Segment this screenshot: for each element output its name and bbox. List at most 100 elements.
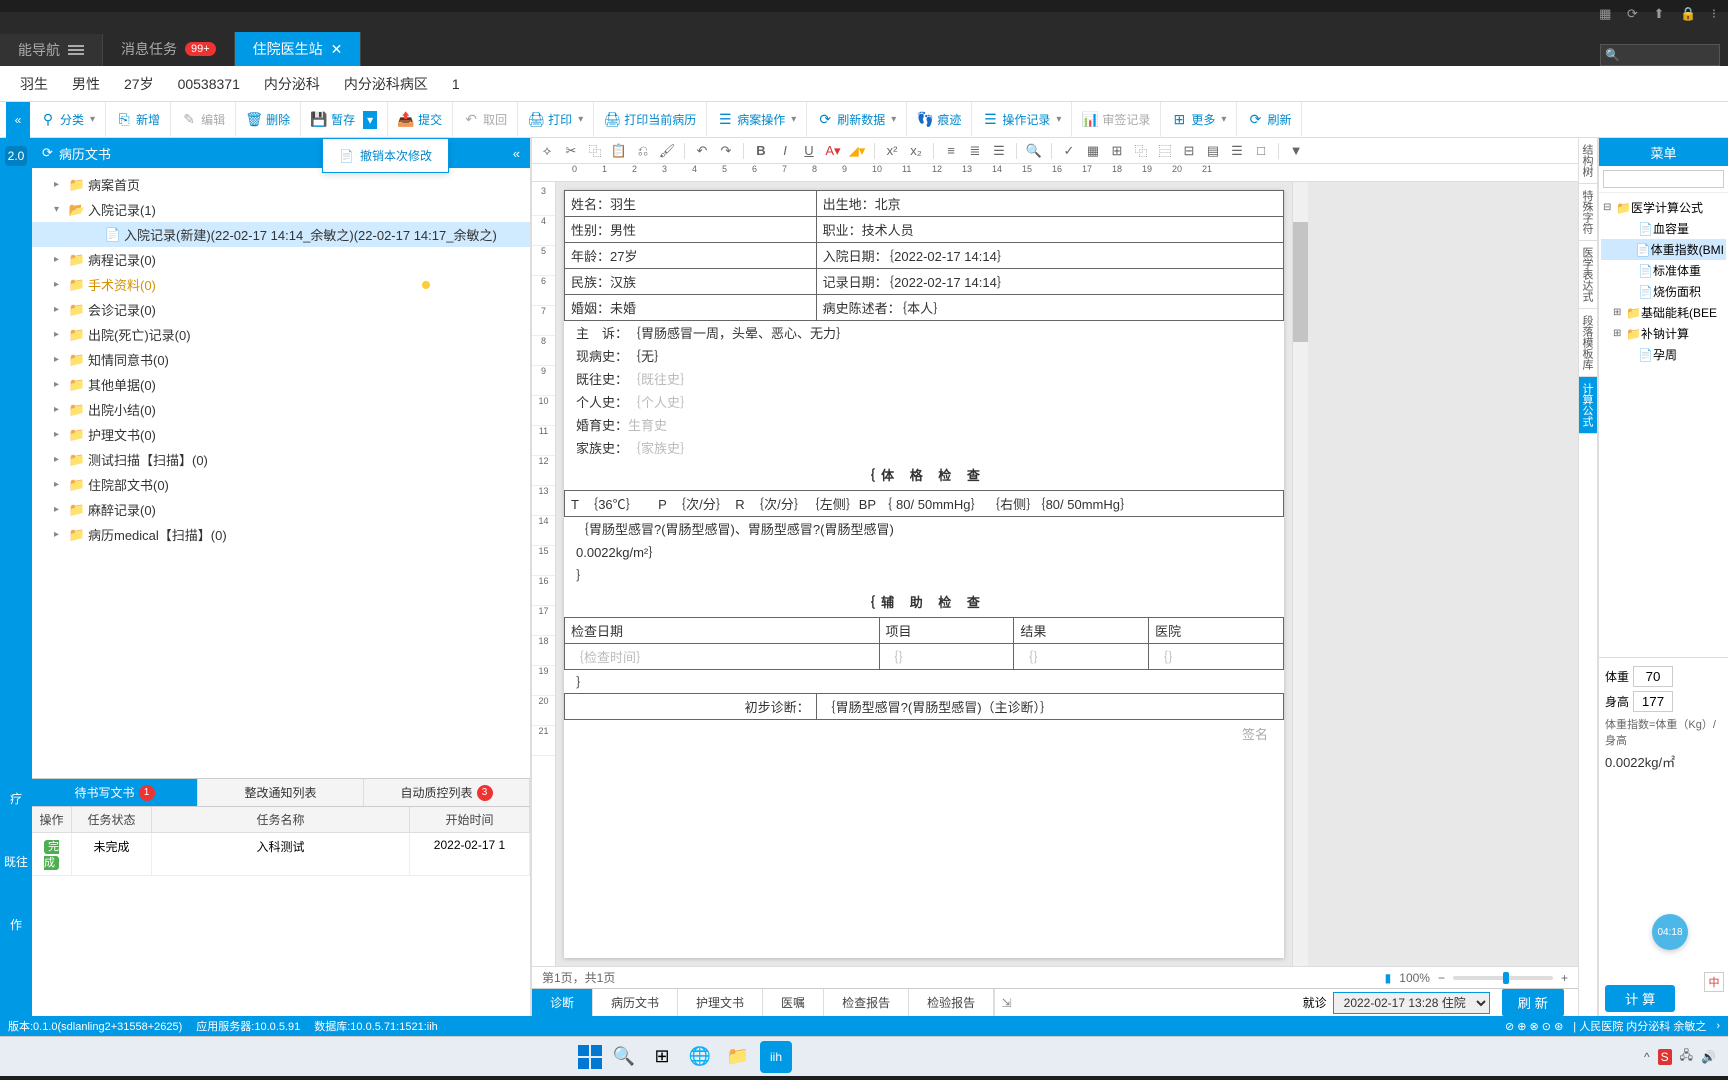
table-row[interactable]: 完成 未完成 入科测试 2022-02-17 1 bbox=[32, 833, 530, 876]
tree-node[interactable]: ▸📁测试扫描【扫描】(0) bbox=[32, 447, 530, 472]
search-icon[interactable]: 🔍 bbox=[608, 1041, 640, 1073]
eyedropper-icon[interactable]: ⟡ bbox=[538, 142, 556, 160]
menu-node[interactable]: 📄孕周 bbox=[1601, 344, 1726, 365]
toggle-icon[interactable]: ▸ bbox=[54, 279, 66, 290]
tree-node[interactable]: ▸📁知情同意书(0) bbox=[32, 347, 530, 372]
filter-icon[interactable]: ▼ bbox=[1287, 142, 1305, 160]
start-button[interactable] bbox=[578, 1045, 602, 1069]
tab-doctor-station[interactable]: 住院医生站 ✕ bbox=[235, 32, 362, 66]
add-button[interactable]: ⎘新增 bbox=[106, 102, 171, 138]
align-right-icon[interactable]: ☰ bbox=[990, 142, 1008, 160]
toggle-icon[interactable]: ▸ bbox=[54, 454, 66, 465]
oplog-button[interactable]: ☰操作记录▾ bbox=[972, 102, 1072, 138]
system-tray[interactable]: ^ S 🖧 🔊 bbox=[1644, 1046, 1716, 1067]
print-button[interactable]: 🖨打印▾ bbox=[518, 102, 594, 138]
struct-tab-template[interactable]: 段落模板库 bbox=[1579, 309, 1597, 377]
edit-button[interactable]: ✎编辑 bbox=[171, 102, 236, 138]
tree-node[interactable]: ▾📂入院记录(1) bbox=[32, 197, 530, 222]
toggle-icon[interactable]: ▸ bbox=[54, 254, 66, 265]
more-button[interactable]: ⊞更多▾ bbox=[1161, 102, 1237, 138]
format-icon[interactable]: ⎌ bbox=[634, 142, 652, 160]
tree-node[interactable]: ▸📁住院部文书(0) bbox=[32, 472, 530, 497]
toggle-icon[interactable]: ▸ bbox=[54, 404, 66, 415]
underline-icon[interactable]: U bbox=[800, 142, 818, 160]
italic-icon[interactable]: I bbox=[776, 142, 794, 160]
visit-select[interactable]: 2022-02-17 13:28 住院 bbox=[1333, 992, 1490, 1014]
tree-node[interactable]: ▸📁麻醉记录(0) bbox=[32, 497, 530, 522]
floating-timer[interactable]: 04:18 bbox=[1652, 914, 1688, 950]
tree-node[interactable]: ▸📁出院小结(0) bbox=[32, 397, 530, 422]
close-icon[interactable]: ✕ bbox=[331, 41, 343, 58]
tree-node[interactable]: ▸📁出院(死亡)记录(0) bbox=[32, 322, 530, 347]
toggle-icon[interactable]: ▸ bbox=[54, 354, 66, 365]
menu-node[interactable]: ⊞📁补钠计算 bbox=[1601, 323, 1726, 344]
tray-up-icon[interactable]: ^ bbox=[1644, 1050, 1650, 1064]
toggle-icon[interactable]: ⊞ bbox=[1613, 307, 1623, 318]
doctab-diagnosis[interactable]: 诊断 bbox=[532, 989, 593, 1016]
split-icon[interactable]: ⿳ bbox=[1156, 142, 1174, 160]
collapse-icon[interactable]: « bbox=[513, 146, 520, 161]
chevron-down-icon[interactable]: ▾ bbox=[363, 111, 377, 129]
document-page[interactable]: 姓名：羽生出生地：北京 性别：男性职业：技术人员 年龄：27岁入院日期：｛202… bbox=[564, 190, 1284, 958]
lang-indicator[interactable]: 中 bbox=[1704, 972, 1724, 992]
tree-node[interactable]: ▸📁病历medical【扫描】(0) bbox=[32, 522, 530, 547]
done-button[interactable]: 完成 bbox=[44, 840, 59, 870]
merge-icon[interactable]: ⿻ bbox=[1132, 142, 1150, 160]
insert-row-icon[interactable]: ⊞ bbox=[1108, 142, 1126, 160]
tab-pending-docs[interactable]: 待书写文书1 bbox=[32, 779, 198, 806]
undo-dropdown[interactable]: 📄 撤销本次修改 bbox=[322, 138, 449, 173]
doctab-test-report[interactable]: 检验报告 bbox=[909, 989, 994, 1016]
signlog-button[interactable]: 📊审签记录 bbox=[1072, 102, 1161, 138]
toggle-icon[interactable]: ▸ bbox=[54, 304, 66, 315]
toggle-icon[interactable]: ▸ bbox=[54, 479, 66, 490]
table-icon[interactable]: ▦ bbox=[1084, 142, 1102, 160]
tree-node[interactable]: ▸📁护理文书(0) bbox=[32, 422, 530, 447]
bold-icon[interactable]: B bbox=[752, 142, 770, 160]
trace-button[interactable]: 👣痕迹 bbox=[907, 102, 972, 138]
chevron-right-icon[interactable]: › bbox=[1716, 1020, 1720, 1032]
struct-tab-expr[interactable]: 医学表达式 bbox=[1579, 241, 1597, 309]
tab-messages[interactable]: 消息任务 99+ bbox=[103, 32, 235, 66]
zoom-icon[interactable]: 🔍 bbox=[1025, 142, 1043, 160]
border-icon[interactable]: □ bbox=[1252, 142, 1270, 160]
tray-ime-icon[interactable]: S bbox=[1658, 1049, 1672, 1065]
menu-search-input[interactable] bbox=[1603, 170, 1724, 188]
expand-tabs-icon[interactable]: ⇲ bbox=[994, 989, 1018, 1016]
toggle-icon[interactable]: ▸ bbox=[54, 379, 66, 390]
redo-icon[interactable]: ↷ bbox=[717, 142, 735, 160]
explorer-icon[interactable]: 📁 bbox=[722, 1041, 754, 1073]
delete-button[interactable]: 🗑删除 bbox=[236, 102, 301, 138]
align-center-icon[interactable]: ≣ bbox=[966, 142, 984, 160]
tree-icon[interactable]: ⊟ bbox=[1180, 142, 1198, 160]
tray-network-icon[interactable]: 🖧 bbox=[1680, 1046, 1693, 1067]
toggle-icon[interactable]: ▸ bbox=[54, 329, 66, 340]
system-tray-top[interactable]: ▦ ⟳ ⬆ 🔒 ⁝ bbox=[1599, 6, 1722, 22]
superscript-icon[interactable]: x² bbox=[883, 142, 901, 160]
nav-button[interactable]: 能导航 bbox=[0, 34, 103, 66]
tree-node[interactable]: ▸📁会诊记录(0) bbox=[32, 297, 530, 322]
doctab-exam-report[interactable]: 检查报告 bbox=[824, 989, 909, 1016]
tray-volume-icon[interactable]: 🔊 bbox=[1701, 1050, 1716, 1064]
grid-icon[interactable]: ▤ bbox=[1204, 142, 1222, 160]
toggle-icon[interactable]: ▸ bbox=[54, 529, 66, 540]
menu-node[interactable]: 📄烧伤面积 bbox=[1601, 281, 1726, 302]
top-search[interactable]: 🔍 bbox=[1600, 44, 1720, 66]
doctab-records[interactable]: 病历文书 bbox=[593, 989, 678, 1016]
zoom-in-button[interactable]: + bbox=[1561, 971, 1568, 985]
tree-node[interactable]: ▸📁病案首页 bbox=[32, 172, 530, 197]
print-current-button[interactable]: 🖨打印当前病历 bbox=[594, 102, 707, 138]
tree-node[interactable]: 📄入院记录(新建)(22-02-17 14:14_余敏之)(22-02-17 1… bbox=[32, 222, 530, 247]
menu-node[interactable]: ⊞📁基础能耗(BEE bbox=[1601, 302, 1726, 323]
tree-node[interactable]: ▸📁手术资料(0) bbox=[32, 272, 530, 297]
refresh-button[interactable]: ⟳刷新 bbox=[1237, 102, 1302, 138]
view-mode-icon[interactable]: ▮ bbox=[1385, 971, 1392, 985]
weight-input[interactable] bbox=[1633, 666, 1673, 687]
toggle-icon[interactable]: ⊞ bbox=[1613, 328, 1623, 339]
refresh-icon[interactable]: ⟳ bbox=[42, 145, 53, 161]
font-color-icon[interactable]: A▾ bbox=[824, 142, 842, 160]
vertical-scrollbar[interactable] bbox=[1292, 182, 1308, 966]
height-input[interactable] bbox=[1633, 691, 1673, 712]
collapse-sidebar-button[interactable]: « bbox=[6, 102, 30, 138]
retrieve-button[interactable]: ↶取回 bbox=[453, 102, 518, 138]
toggle-icon[interactable]: ▾ bbox=[54, 204, 66, 215]
